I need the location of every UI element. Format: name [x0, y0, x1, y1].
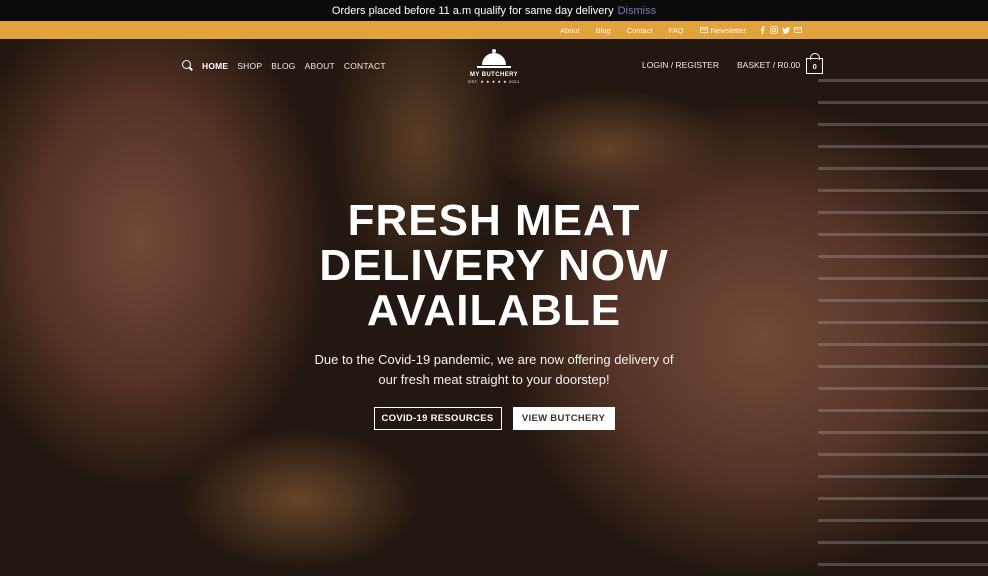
logo-established: EST. ★ ★ ★ ★ ★ 2021 — [468, 79, 520, 84]
notice-text: Orders placed before 11 a.m qualify for … — [331, 4, 614, 17]
main-navigation: HOME SHOP BLOG ABOUT CONTACT MY BUTCHERY… — [0, 39, 988, 95]
headline-line-3: AVAILABLE — [366, 286, 622, 335]
logo[interactable]: MY BUTCHERY EST. ★ ★ ★ ★ ★ 2021 — [466, 45, 522, 93]
nav-item-home[interactable]: HOME — [202, 61, 228, 71]
top-bar: About Blog Contact FAQ Newsletter — [0, 21, 988, 39]
nav-left: HOME SHOP BLOG ABOUT CONTACT — [182, 60, 386, 71]
covid-resources-button[interactable]: COVID-19 RESOURCES — [373, 407, 502, 430]
nav-item-contact[interactable]: CONTACT — [344, 61, 386, 71]
nav-item-shop[interactable]: SHOP — [237, 61, 262, 71]
basket-label: BASKET / R0.00 — [737, 60, 801, 70]
hero-buttons: COVID-19 RESOURCES VIEW BUTCHERY — [0, 407, 988, 430]
login-register-link[interactable]: LOGIN / REGISTER — [642, 60, 719, 70]
logo-name: MY BUTCHERY — [469, 72, 519, 78]
nav-item-about[interactable]: ABOUT — [305, 61, 335, 71]
notice-bar: Orders placed before 11 a.m qualify for … — [0, 0, 988, 21]
hero-content: FRESH MEAT DELIVERY NOW AVAILABLE Due to… — [0, 198, 988, 430]
nav-right: LOGIN / REGISTER BASKET / R0.00 0 — [642, 53, 824, 74]
social-links — [758, 26, 802, 34]
cloche-icon — [480, 49, 508, 65]
topbar-link-blog[interactable]: Blog — [596, 26, 611, 35]
view-butchery-button[interactable]: VIEW BUTCHERY — [512, 407, 615, 430]
facebook-icon[interactable] — [758, 26, 766, 34]
headline-line-1: FRESH MEAT — [347, 196, 641, 245]
hero-subtext: Due to the Covid-19 pandemic, we are now… — [314, 352, 674, 387]
topbar-link-about[interactable]: About — [560, 26, 580, 35]
instagram-icon[interactable] — [770, 26, 778, 34]
newsletter-label: Newsletter — [710, 25, 746, 35]
basket-count-icon: 0 — [806, 53, 824, 74]
twitter-icon[interactable] — [782, 26, 790, 34]
nav-item-blog[interactable]: BLOG — [271, 61, 295, 71]
email-icon[interactable] — [794, 26, 802, 34]
newsletter-link[interactable]: Newsletter — [699, 25, 746, 35]
envelope-icon — [699, 27, 708, 33]
topbar-link-faq[interactable]: FAQ — [669, 26, 684, 35]
hero-headline: FRESH MEAT DELIVERY NOW AVAILABLE — [0, 198, 988, 333]
topbar-link-contact[interactable]: Contact — [627, 26, 653, 35]
basket-button[interactable]: BASKET / R0.00 0 — [737, 53, 824, 74]
headline-line-2: DELIVERY NOW — [319, 241, 669, 290]
search-icon[interactable] — [182, 60, 193, 71]
dismiss-link[interactable]: Dismiss — [618, 5, 657, 17]
